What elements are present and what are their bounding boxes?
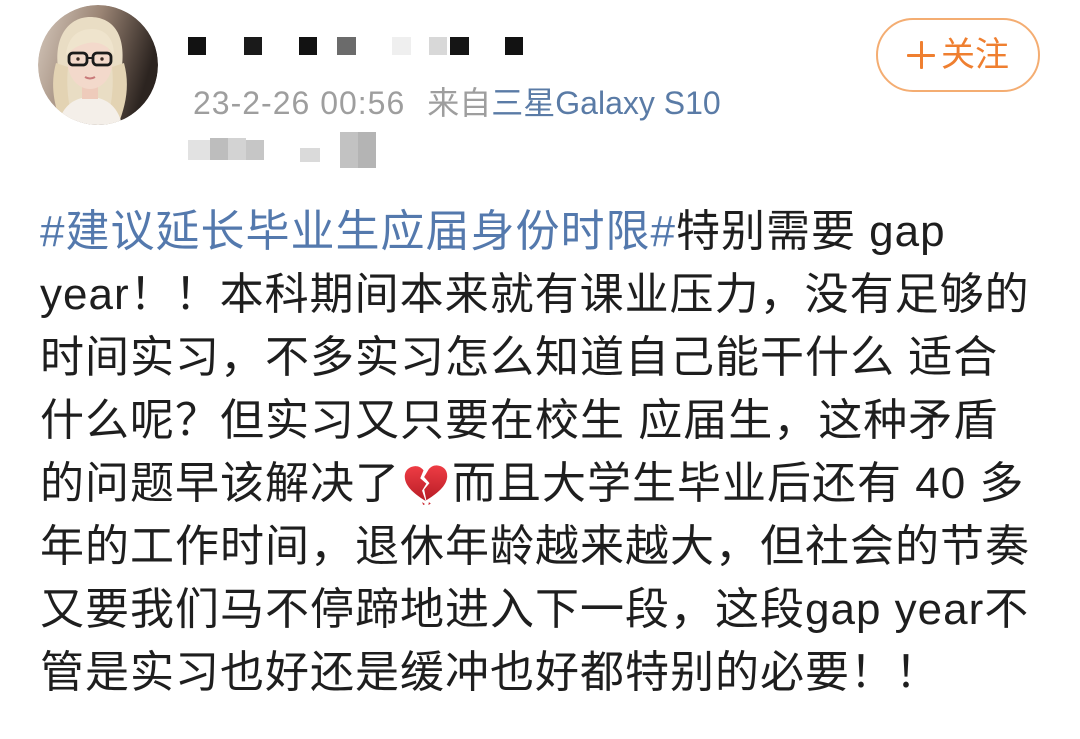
mosaic-block: [358, 132, 376, 168]
post-line: 管是实习也好还是缓冲也好都特别的必要！！: [40, 641, 1060, 704]
hashtag-link[interactable]: #建议延长毕业生应届身份时限#: [40, 207, 676, 256]
post-timestamp: 23-2-26 00:56: [193, 85, 406, 121]
user-avatar[interactable]: [38, 5, 158, 125]
redacted-info: [188, 130, 378, 170]
post-line: 的问题早该解决了 而且大学生毕业后还有 40 多: [40, 452, 1060, 515]
post-text: 特别需要 gap: [675, 207, 946, 256]
weibo-post: 23-2-26 00:56 来自 三星Galaxy S10 关注 #建议延长毕业生…: [0, 0, 1080, 739]
post-body: #建议延长毕业生应届身份时限#特别需要 gap year！！本科期间本来就有课业…: [40, 200, 1060, 704]
mosaic-block: [188, 140, 210, 160]
mosaic-block: [299, 37, 317, 55]
mosaic-block: [228, 138, 246, 160]
post-line: 年的工作时间，退休年龄越来越大，但社会的节奏: [40, 515, 1060, 578]
post-text: year！！本科期间本来就有课业压力，没有足够的: [40, 270, 1030, 319]
mosaic-block: [340, 132, 358, 168]
username-redacted[interactable]: [188, 34, 528, 58]
mosaic-block: [246, 140, 264, 160]
post-line: 又要我们马不停蹄地进入下一段，这段gap year不: [40, 578, 1060, 641]
mosaic-block: [450, 37, 469, 55]
mosaic-block: [392, 37, 411, 55]
post-text: 又要我们马不停蹄地进入下一段，这段gap year不: [40, 585, 1030, 634]
mosaic-block: [300, 148, 320, 162]
post-line: 什么呢？但实习又只要在校生 应届生，这种矛盾: [40, 389, 1060, 452]
post-text: 的问题早该解决了: [40, 459, 400, 508]
avatar-photo: [38, 5, 158, 125]
source-device-link[interactable]: 三星Galaxy S10: [491, 83, 720, 123]
post-text: 年的工作时间，退休年龄越来越大，但社会的节奏: [40, 522, 1030, 571]
post-line: year！！本科期间本来就有课业压力，没有足够的: [40, 263, 1060, 326]
mosaic-block: [337, 37, 356, 55]
post-meta: 23-2-26 00:56 来自 三星Galaxy S10: [193, 83, 721, 123]
mosaic-block: [210, 138, 228, 160]
mosaic-block: [244, 37, 262, 55]
post-line: 时间实习，不多实习怎么知道自己能干什么 适合: [40, 326, 1060, 389]
mosaic-block: [505, 37, 523, 55]
mosaic-block: [429, 37, 447, 55]
plus-icon: [907, 41, 935, 69]
post-text: 而且大学生毕业后还有 40 多: [452, 459, 1025, 508]
post-text: 什么呢？但实习又只要在校生 应届生，这种矛盾: [40, 396, 999, 445]
follow-label: 关注: [941, 36, 1009, 74]
broken-heart-icon: [403, 460, 449, 506]
post-text: 管是实习也好还是缓冲也好都特别的必要！！: [40, 648, 940, 697]
source-prefix: 来自: [427, 85, 492, 121]
mosaic-block: [188, 37, 206, 55]
post-line: #建议延长毕业生应届身份时限#特别需要 gap: [40, 200, 1060, 263]
follow-button[interactable]: 关注: [876, 18, 1040, 92]
post-text: 时间实习，不多实习怎么知道自己能干什么 适合: [40, 333, 999, 382]
